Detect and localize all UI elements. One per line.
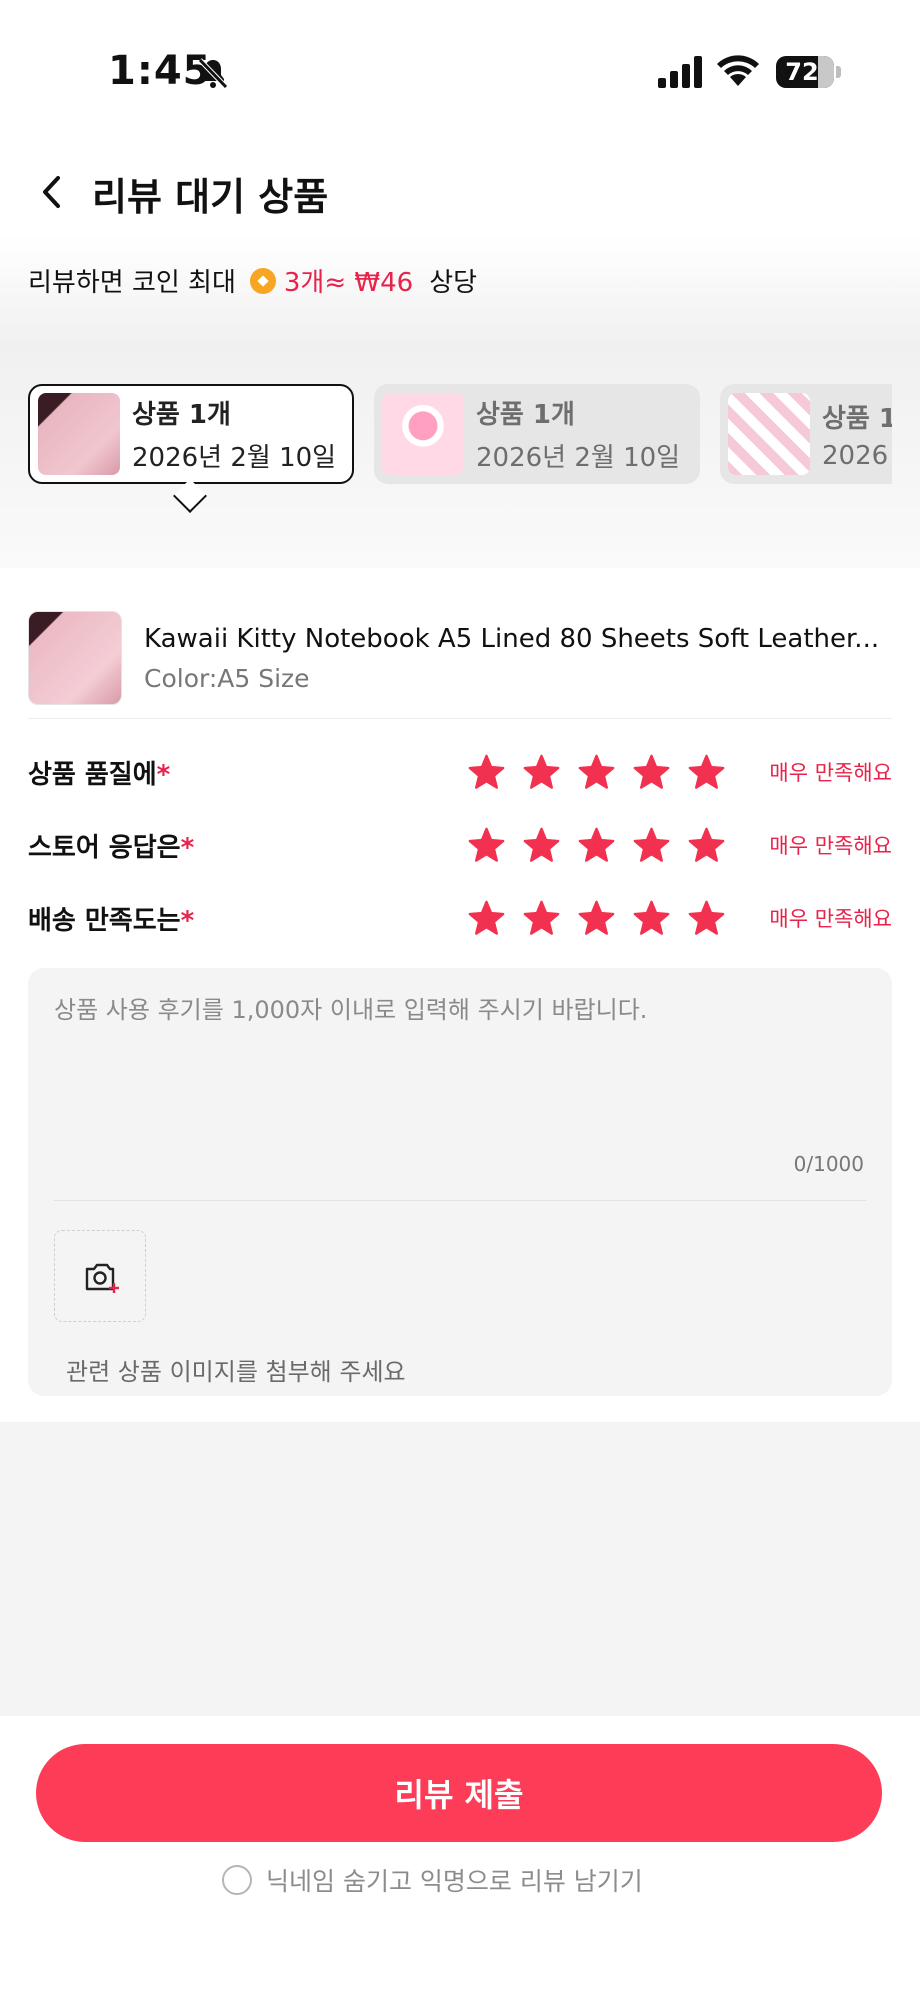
submit-review-button[interactable]: 리뷰 제출 [36,1744,882,1842]
product-thumbnail [382,393,464,475]
rating-text: 매우 만족해요 [769,834,892,858]
star-icon[interactable] [523,900,560,937]
anonymous-label: 닉네임 숨기고 익명으로 리뷰 남기기 [266,1867,643,1896]
review-box: 0/1000 관련 상품 이미지를 첨부해 주세요 [28,968,892,1396]
battery-icon: 72 [776,56,834,88]
rating-row-quality: 상품 품질에* 매우 만족해요 [28,750,892,794]
tab-date: 2026 [822,440,889,471]
coin-promo: 리뷰하면 코인 최대 3개≈ ₩46 상당 [28,262,477,299]
add-photo-button[interactable] [54,1230,146,1322]
rating-label: 스토어 응답은* [28,832,195,863]
radio-icon[interactable] [222,1865,252,1895]
bell-slash-icon [198,58,228,89]
character-counter: 0/1000 [793,1152,864,1176]
required-mark: * [180,832,195,863]
required-mark: * [156,759,171,790]
divider [54,1200,866,1201]
rating-row-delivery: 배송 만족도는* 매우 만족해요 [28,896,892,940]
rating-label: 배송 만족도는* [28,905,195,936]
camera-add-icon [85,1263,119,1293]
divider [28,718,892,719]
review-textarea[interactable] [54,990,866,1110]
product-thumbnail [38,393,120,475]
promo-reward: 3개≈ ₩46 [283,268,414,298]
tab-title: 상품 1개 [132,400,231,430]
signal-icon [658,56,702,88]
star-rating[interactable] [468,900,725,937]
tab-title: 상품 1 [822,403,892,434]
product-name: Kawaii Kitty Notebook A5 Lined 80 Sheets… [144,623,880,654]
order-tab[interactable]: 상품 1개 2026년 2월 10일 [28,384,354,484]
star-icon[interactable] [468,754,505,791]
rating-label: 상품 품질에* [28,759,171,790]
anonymous-review-option[interactable]: 닉네임 숨기고 익명으로 리뷰 남기기 [222,1862,643,1898]
star-icon[interactable] [688,900,725,937]
star-icon[interactable] [688,754,725,791]
rating-text: 매우 만족해요 [769,761,892,785]
product-variant: Color:A5 Size [144,663,310,693]
order-tab[interactable]: 상품 1 2026 [720,384,892,484]
star-icon[interactable] [468,900,505,937]
star-icon[interactable] [578,827,615,864]
required-mark: * [180,905,195,936]
star-icon[interactable] [578,900,615,937]
back-chevron-icon[interactable] [36,172,70,212]
tab-date: 2026년 2월 10일 [132,443,337,473]
star-icon[interactable] [523,827,560,864]
coin-icon [249,267,276,294]
promo-suffix: 상당 [429,268,478,298]
product-summary: Kawaii Kitty Notebook A5 Lined 80 Sheets… [28,596,892,720]
battery-percent: 72 [785,58,819,86]
star-icon[interactable] [633,754,670,791]
rating-text: 매우 만족해요 [769,907,892,931]
status-bar: 1:45 72 [0,0,920,150]
star-icon[interactable] [468,827,505,864]
tab-title: 상품 1개 [476,400,575,430]
wifi-icon [717,55,759,86]
battery-tip [836,66,841,78]
star-rating[interactable] [468,827,725,864]
star-icon[interactable] [578,754,615,791]
star-icon[interactable] [633,900,670,937]
photo-hint: 관련 상품 이미지를 첨부해 주세요 [66,1358,406,1386]
product-image [28,611,122,705]
promo-text: 리뷰하면 코인 최대 [28,268,236,298]
tab-date: 2026년 2월 10일 [476,443,681,473]
rating-row-store-response: 스토어 응답은* 매우 만족해요 [28,823,892,867]
star-icon[interactable] [688,827,725,864]
star-rating[interactable] [468,754,725,791]
order-tab[interactable]: 상품 1개 2026년 2월 10일 [374,384,700,484]
star-icon[interactable] [633,827,670,864]
empty-area [0,1422,920,1716]
product-thumbnail [728,393,810,475]
star-icon[interactable] [523,754,560,791]
order-tabs: 상품 1개 2026년 2월 10일 상품 1개 2026년 2월 10일 상품… [28,384,892,484]
page-title: 리뷰 대기 상품 [92,175,329,219]
